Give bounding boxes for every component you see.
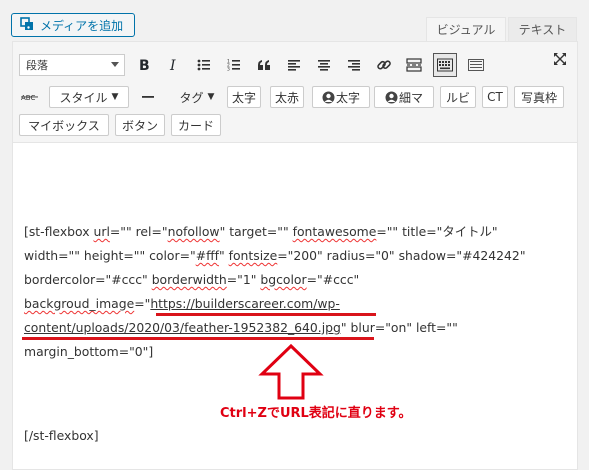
text-fragment: fontawesome (292, 224, 377, 239)
annotation-underline (156, 313, 376, 316)
add-media-label: メディアを追加 (40, 18, 124, 33)
horizontal-rule-icon (142, 96, 154, 98)
chevron-down-icon (111, 62, 119, 67)
bold-button[interactable]: B (133, 54, 155, 76)
fullscreen-button[interactable] (551, 50, 569, 68)
text-fragment: ="" title="タイトル" (376, 224, 498, 239)
bold-red-button[interactable]: 太赤 (270, 86, 304, 108)
blockquote-button[interactable] (253, 54, 275, 76)
align-right-icon (348, 60, 360, 71)
text-fragment: #fff (195, 248, 219, 263)
align-center-icon (318, 60, 330, 71)
add-media-button[interactable]: メディアを追加 (11, 13, 135, 37)
numbered-list-icon: 1 2 3 (227, 59, 240, 73)
text-fragment: backgroud_image (24, 296, 135, 311)
quote-icon (258, 60, 270, 70)
bold-icon: B (139, 58, 150, 72)
keyboard-icon (437, 58, 453, 72)
text-fragment: nofollow (167, 224, 220, 239)
svg-text:B: B (139, 58, 150, 72)
insert-link-button[interactable] (373, 54, 395, 76)
read-more-button[interactable] (403, 54, 425, 76)
strikethrough-abc-button[interactable]: ABC (19, 86, 41, 108)
tag-dropdown-label: タグ (179, 90, 204, 105)
content-line-1: [st-flexbox url="" rel="nofollow" target… (24, 220, 564, 244)
ruby-button[interactable]: ルビ (440, 86, 476, 108)
icon-narrow-label: 細マ (398, 90, 423, 105)
italic-button[interactable]: I (163, 54, 185, 76)
align-left-icon (288, 60, 300, 71)
style-dropdown-label: スタイル (59, 90, 108, 105)
read-more-icon (406, 58, 422, 72)
svg-text:ABC: ABC (21, 94, 35, 102)
bulleted-list-button[interactable] (193, 54, 215, 76)
bulleted-list-icon (197, 59, 210, 71)
format-select[interactable]: 段落 (19, 54, 125, 76)
editor-toolbar: 段落 B I 1 2 3 ABC スタイル ▼ タグ ▼ 太字 太赤 太字 細マ… (12, 41, 578, 143)
text-fragment: borderwidth (151, 272, 227, 287)
tab-visual[interactable]: ビジュアル (426, 17, 506, 41)
format-select-value: 段落 (26, 59, 48, 72)
icon-narrow-button[interactable]: 細マ (374, 86, 434, 108)
url-link[interactable]: content/uploads/2020/03/feather-1952382_… (24, 320, 341, 335)
strikethrough-icon: ABC (21, 94, 38, 102)
annotation-text: Ctrl+ZでURL表記に直ります。 (220, 406, 412, 421)
ct-button[interactable]: CT (482, 86, 508, 108)
photo-frame-button[interactable]: 写真枠 (514, 86, 564, 108)
user-icon (322, 91, 335, 103)
url-link[interactable]: https://builderscareer.com/wp- (150, 296, 340, 311)
align-center-button[interactable] (313, 54, 335, 76)
content-line-3: bordercolor="#ccc" borderwidth="1" bgcol… (24, 268, 564, 292)
tag-dropdown[interactable]: タグ ▼ (171, 86, 223, 108)
keyboard-grid-icon (468, 59, 484, 71)
text-fragment: bordercolor="#ccc" (24, 272, 152, 287)
bold-jp-button[interactable]: 太字 (227, 86, 261, 108)
tab-text[interactable]: テキスト (508, 17, 577, 41)
icon-bold-label: 太字 (335, 90, 360, 105)
expand-icon (554, 53, 566, 65)
keyboard-layout-button[interactable] (465, 54, 487, 76)
text-fragment: ="1" (226, 272, 261, 287)
align-left-button[interactable] (283, 54, 305, 76)
text-fragment: " target="" (219, 224, 293, 239)
text-fragment: url (93, 224, 110, 239)
svg-text:3: 3 (227, 67, 230, 73)
align-right-button[interactable] (343, 54, 365, 76)
numbered-list-button[interactable]: 1 2 3 (223, 54, 245, 76)
text-fragment: " blur="on" left="" (340, 320, 458, 335)
style-dropdown[interactable]: スタイル ▼ (49, 86, 129, 108)
card-button[interactable]: カード (171, 114, 221, 136)
text-fragment: " (218, 248, 229, 263)
my-box-button[interactable]: マイボックス (19, 114, 109, 136)
media-icon (20, 16, 34, 34)
svg-text:I: I (169, 58, 176, 72)
up-arrow-icon (258, 343, 324, 400)
toolbar-toggle-button[interactable] (433, 53, 457, 77)
chevron-down-icon: ▼ (111, 92, 119, 102)
text-fragment: ="" rel=" (109, 224, 168, 239)
annotation-underline (22, 337, 374, 340)
text-fragment: [st-flexbox (24, 224, 94, 239)
text-fragment: bgcolor (260, 272, 307, 287)
horizontal-rule-button[interactable] (139, 86, 157, 108)
text-fragment: width="" height="" color=" (24, 248, 196, 263)
text-fragment: ="200" radius="0" shadow="#424242" (277, 248, 526, 263)
text-fragment: =" (134, 296, 151, 311)
text-fragment: ="#ccc" (306, 272, 360, 287)
italic-icon: I (169, 58, 176, 72)
button-button[interactable]: ボタン (115, 114, 165, 136)
user-icon (385, 91, 398, 103)
text-fragment: fontsize (228, 248, 278, 263)
closing-shortcode: [/st-flexbox] (24, 428, 99, 443)
icon-bold-button[interactable]: 太字 (312, 86, 370, 108)
chevron-down-icon: ▼ (207, 92, 215, 102)
content-line-2: width="" height="" color="#fff" fontsize… (24, 244, 564, 268)
link-icon (377, 60, 391, 70)
